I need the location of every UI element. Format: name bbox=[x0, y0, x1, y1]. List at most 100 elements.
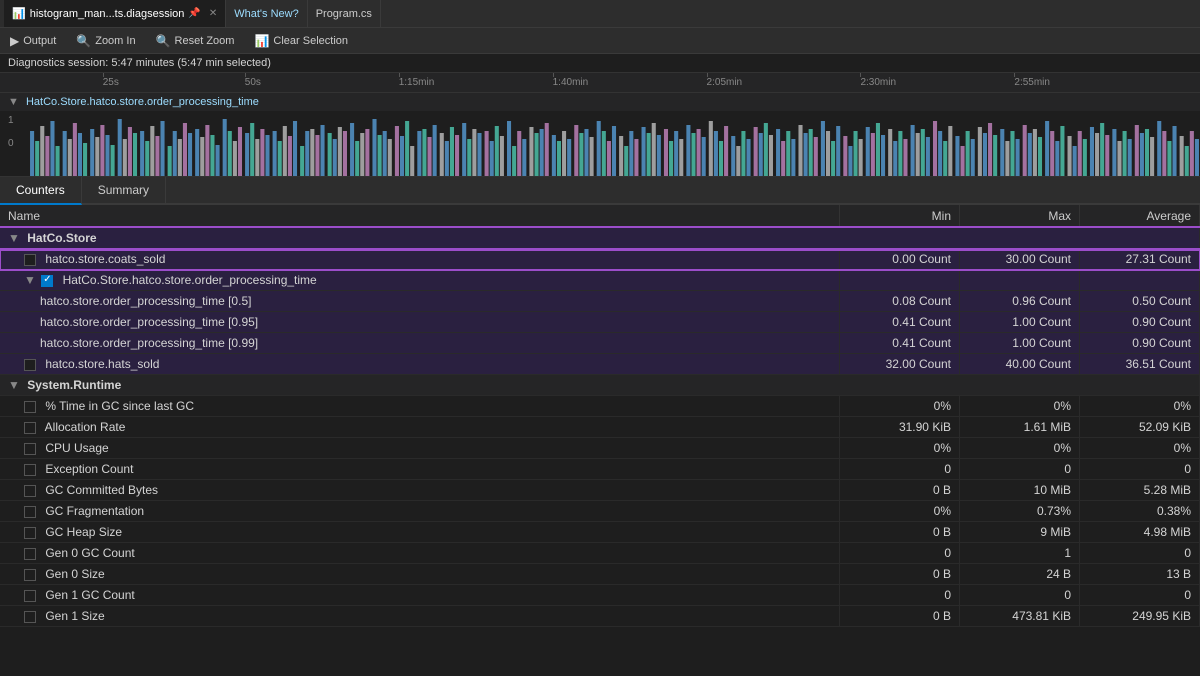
row-label: hatco.store.order_processing_time [0.5] bbox=[40, 294, 251, 308]
checkbox-exception-count[interactable] bbox=[24, 464, 36, 476]
row-max: 0 bbox=[960, 459, 1080, 480]
checkbox-hats-sold[interactable] bbox=[24, 359, 36, 371]
tab-program-cs[interactable]: Program.cs bbox=[308, 0, 381, 27]
section-title-sysruntime: ▼ System.Runtime bbox=[0, 375, 1200, 396]
table-row[interactable]: CPU Usage 0% 0% 0% bbox=[0, 438, 1200, 459]
row-avg: 0 bbox=[1080, 585, 1200, 606]
table-row[interactable]: Exception Count 0 0 0 bbox=[0, 459, 1200, 480]
zoom-in-button[interactable]: 🔍 Zoom In bbox=[72, 32, 139, 50]
row-avg: 5.28 MiB bbox=[1080, 480, 1200, 501]
row-name: hatco.store.order_processing_time [0.99] bbox=[0, 333, 840, 354]
table-row[interactable]: Gen 1 Size 0 B 473.81 KiB 249.95 KiB bbox=[0, 606, 1200, 627]
row-max: 24 B bbox=[960, 564, 1080, 585]
output-label: Output bbox=[23, 35, 56, 47]
tab-whats-new[interactable]: What's New? bbox=[226, 0, 307, 27]
output-button[interactable]: ▶ Output bbox=[6, 32, 60, 50]
col-max-header: Max bbox=[960, 205, 1080, 228]
row-label: hatco.store.order_processing_time [0.99] bbox=[40, 336, 258, 350]
table-row[interactable]: Allocation Rate 31.90 KiB 1.61 MiB 52.09… bbox=[0, 417, 1200, 438]
row-min: 0.41 Count bbox=[840, 312, 960, 333]
checkbox-cpu-usage[interactable] bbox=[24, 443, 36, 455]
table-row[interactable]: Gen 0 GC Count 0 1 0 bbox=[0, 543, 1200, 564]
row-label: % Time in GC since last GC bbox=[45, 399, 194, 413]
tab-icon: 📊 bbox=[12, 7, 26, 20]
row-name: hatco.store.order_processing_time [0.95] bbox=[0, 312, 840, 333]
chart-title-text: HatCo.Store.hatco.store.order_processing… bbox=[26, 96, 259, 108]
tab-diagsession[interactable]: 📊 histogram_man...ts.diagsession 📌 ✕ bbox=[4, 0, 226, 27]
row-name: Gen 0 Size bbox=[0, 564, 840, 585]
checkbox-gen0-size[interactable] bbox=[24, 569, 36, 581]
data-table: Name Min Max Average ▼ HatCo.Store hatco… bbox=[0, 205, 1200, 627]
row-min: 0 B bbox=[840, 564, 960, 585]
checkbox-coats-sold[interactable] bbox=[24, 254, 36, 266]
table-row[interactable]: hatco.store.hats_sold 32.00 Count 40.00 … bbox=[0, 354, 1200, 375]
row-label: hatco.store.order_processing_time [0.95] bbox=[40, 315, 258, 329]
section-title-text-sys: System.Runtime bbox=[27, 378, 121, 392]
toolbar: ▶ Output 🔍 Zoom In 🔍 Reset Zoom 📊 Clear … bbox=[0, 28, 1200, 54]
col-name-header: Name bbox=[0, 205, 840, 228]
checkbox-gc-committed[interactable] bbox=[24, 485, 36, 497]
chart-collapse-arrow[interactable]: ▼ bbox=[8, 96, 19, 108]
row-max: 0% bbox=[960, 396, 1080, 417]
row-min: 0 B bbox=[840, 606, 960, 627]
checkbox-alloc-rate[interactable] bbox=[24, 422, 36, 434]
row-max: 30.00 Count bbox=[960, 249, 1080, 270]
row-name: Gen 1 GC Count bbox=[0, 585, 840, 606]
session-info-text: Diagnostics session: 5:47 minutes (5:47 … bbox=[8, 57, 271, 69]
clear-selection-label: Clear Selection bbox=[273, 35, 348, 47]
section-collapse-arrow-sys[interactable]: ▼ bbox=[8, 378, 20, 392]
row-avg: 0% bbox=[1080, 396, 1200, 417]
table-row[interactable]: hatco.store.order_processing_time [0.5] … bbox=[0, 291, 1200, 312]
row-max: 473.81 KiB bbox=[960, 606, 1080, 627]
clear-selection-icon: 📊 bbox=[254, 34, 269, 48]
table-row[interactable]: hatco.store.coats_sold 0.00 Count 30.00 … bbox=[0, 249, 1200, 270]
row-min: 32.00 Count bbox=[840, 354, 960, 375]
tab-close-icon[interactable]: ✕ bbox=[209, 8, 217, 19]
row-name: % Time in GC since last GC bbox=[0, 396, 840, 417]
row-max: 0 bbox=[960, 585, 1080, 606]
row-name: GC Committed Bytes bbox=[0, 480, 840, 501]
y-label-0: 0 bbox=[8, 138, 14, 149]
row-expand-arrow[interactable]: ▼ bbox=[24, 273, 36, 287]
table-row[interactable]: hatco.store.order_processing_time [0.95]… bbox=[0, 312, 1200, 333]
row-min bbox=[840, 270, 960, 291]
checkbox-gen1-size[interactable] bbox=[24, 611, 36, 623]
row-avg: 27.31 Count bbox=[1080, 249, 1200, 270]
checkbox-gc-fragmentation[interactable] bbox=[24, 506, 36, 518]
table-row[interactable]: GC Committed Bytes 0 B 10 MiB 5.28 MiB bbox=[0, 480, 1200, 501]
row-label: Gen 0 Size bbox=[45, 567, 104, 581]
table-row[interactable]: GC Heap Size 0 B 9 MiB 4.98 MiB bbox=[0, 522, 1200, 543]
y-label-1: 1 bbox=[8, 115, 14, 126]
row-min: 31.90 KiB bbox=[840, 417, 960, 438]
clear-selection-button[interactable]: 📊 Clear Selection bbox=[250, 32, 352, 50]
table-row[interactable]: GC Fragmentation 0% 0.73% 0.38% bbox=[0, 501, 1200, 522]
checkbox-time-gc[interactable] bbox=[24, 401, 36, 413]
row-max: 1.00 Count bbox=[960, 333, 1080, 354]
counters-tab[interactable]: Counters bbox=[0, 177, 82, 205]
col-min-header: Min bbox=[840, 205, 960, 228]
row-label: GC Heap Size bbox=[45, 525, 122, 539]
row-max bbox=[960, 270, 1080, 291]
row-max: 9 MiB bbox=[960, 522, 1080, 543]
table-row[interactable]: Gen 0 Size 0 B 24 B 13 B bbox=[0, 564, 1200, 585]
row-min: 0% bbox=[840, 501, 960, 522]
section-title-hatco: ▼ HatCo.Store bbox=[0, 228, 1200, 249]
table-row[interactable]: Gen 1 GC Count 0 0 0 bbox=[0, 585, 1200, 606]
ruler-mark-255: 2:55min bbox=[1014, 77, 1050, 88]
table-row[interactable]: % Time in GC since last GC 0% 0% 0% bbox=[0, 396, 1200, 417]
checkbox-order-proc[interactable] bbox=[41, 275, 53, 287]
summary-tab[interactable]: Summary bbox=[82, 177, 166, 203]
row-label: Gen 1 Size bbox=[45, 609, 104, 623]
row-avg: 249.95 KiB bbox=[1080, 606, 1200, 627]
table-row[interactable]: hatco.store.order_processing_time [0.99]… bbox=[0, 333, 1200, 354]
checkbox-gen1-gc-count[interactable] bbox=[24, 590, 36, 602]
table-row[interactable]: ▼ HatCo.Store.hatco.store.order_processi… bbox=[0, 270, 1200, 291]
section-collapse-arrow[interactable]: ▼ bbox=[8, 231, 20, 245]
reset-zoom-label: Reset Zoom bbox=[175, 35, 235, 47]
row-label: Allocation Rate bbox=[45, 420, 126, 434]
reset-zoom-button[interactable]: 🔍 Reset Zoom bbox=[152, 32, 239, 50]
row-avg: 0.38% bbox=[1080, 501, 1200, 522]
checkbox-gc-heap-size[interactable] bbox=[24, 527, 36, 539]
checkbox-gen0-gc-count[interactable] bbox=[24, 548, 36, 560]
ruler-mark-230: 2:30min bbox=[860, 77, 896, 88]
